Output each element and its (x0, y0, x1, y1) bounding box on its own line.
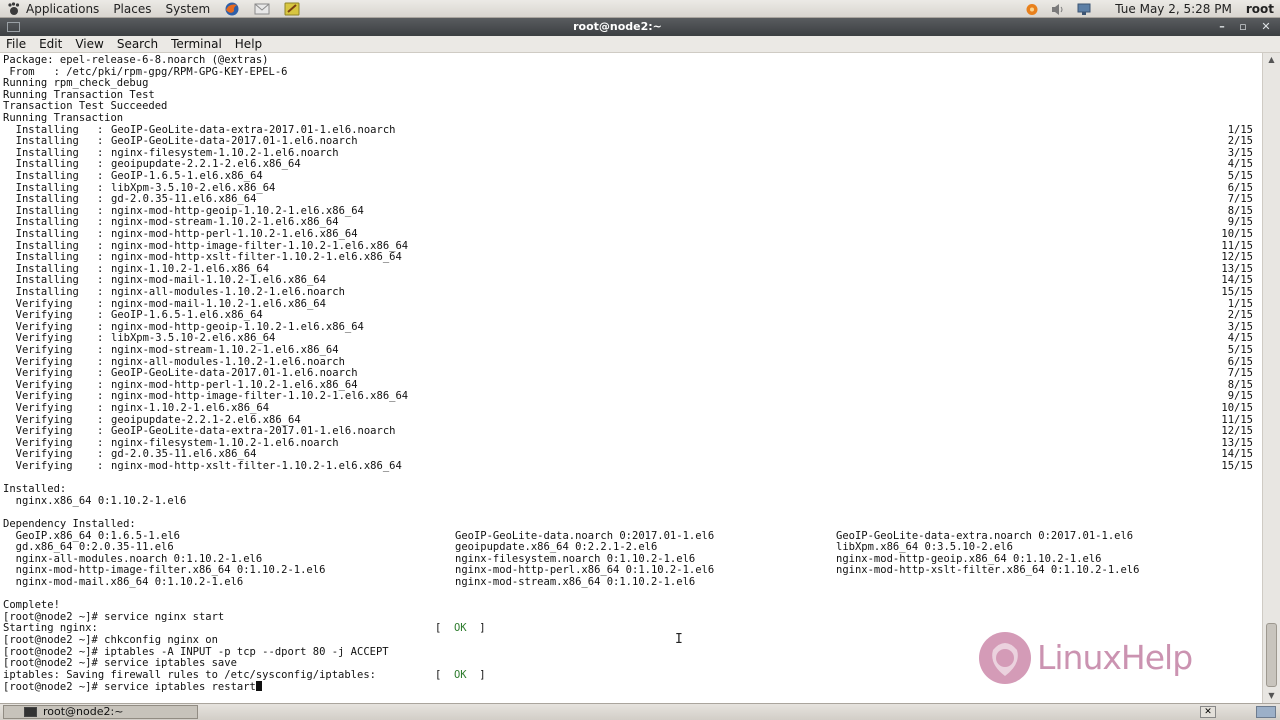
terminal-icon (24, 707, 37, 717)
transaction-package: nginx-all-modules-1.10.2-1.el6.noarch (111, 286, 345, 298)
bottom-taskbar: root@node2:~ ✕ (0, 703, 1280, 720)
gnome-foot-icon (8, 1, 20, 15)
transaction-count: 10/15 (1221, 402, 1253, 414)
ok-text: OK (453, 668, 467, 681)
transaction-action: Installing (3, 170, 79, 182)
transaction-count: 5/15 (1227, 170, 1253, 182)
window-title: root@node2:~ (573, 20, 662, 33)
taskbar-window-button[interactable]: root@node2:~ (3, 705, 198, 719)
top-panel: Applications Places System Tue May 2, 5:… (0, 0, 1280, 18)
transaction-separator: : (97, 170, 104, 182)
transaction-action: Installing (3, 286, 79, 298)
menu-view[interactable]: View (69, 36, 110, 52)
applications-menu-label: Applications (26, 1, 100, 16)
text-cursor-icon: I (675, 632, 683, 647)
transaction-action: Installing (3, 228, 79, 240)
transaction-package: GeoIP-1.6.5-1.el6.x86_64 (111, 170, 263, 182)
menu-search[interactable]: Search (111, 36, 165, 52)
dependency-entry: nginx-mod-http-xslt-filter.x86_64 0:1.10… (836, 564, 1140, 577)
linuxhelp-logo-icon (979, 632, 1031, 684)
update-icon[interactable] (1025, 3, 1039, 16)
dependency-entry: nginx-mod-mail.x86_64 0:1.10.2-1.el6 (3, 576, 244, 588)
transaction-action: Verifying (3, 402, 79, 414)
transaction-package: nginx-mod-http-xslt-filter-1.10.2-1.el6.… (111, 460, 402, 472)
transaction-separator: : (97, 228, 104, 240)
network-icon[interactable] (1077, 3, 1091, 16)
dependency-header: Dependency Installed: (3, 518, 136, 530)
terminal-cursor (255, 681, 262, 692)
places-menu[interactable]: Places (106, 0, 158, 18)
window-titlebar[interactable]: root@node2:~ – ▫ ✕ (0, 18, 1280, 36)
scroll-up-arrow-icon[interactable]: ▲ (1263, 53, 1280, 67)
clock[interactable]: Tue May 2, 5:28 PM (1115, 2, 1232, 16)
session-line: iptables: Saving firewall rules to /etc/… (3, 668, 376, 681)
scrollbar-thumb[interactable] (1266, 623, 1277, 687)
transaction-package: nginx-mod-stream-1.10.2-1.el6.x86_64 (111, 344, 339, 356)
transaction-action: Verifying (3, 344, 79, 356)
applications-menu[interactable]: Applications (0, 0, 106, 18)
scroll-down-arrow-icon[interactable]: ▼ (1263, 689, 1280, 703)
taskbar-window-label: root@node2:~ (43, 705, 124, 718)
system-menu-label: System (165, 1, 211, 16)
minimize-button[interactable]: – (1213, 18, 1231, 36)
transaction-count: 5/15 (1227, 344, 1253, 356)
dependency-entry: nginx-mod-stream.x86_64 0:1.10.2-1.el6 (455, 576, 696, 588)
transaction-package: nginx-mod-http-perl-1.10.2-1.el6.x86_64 (111, 228, 358, 240)
ok-status: [ OK ] (435, 622, 486, 635)
transaction-separator: : (97, 286, 104, 298)
menubar: File Edit View Search Terminal Help (0, 36, 1280, 53)
menu-edit[interactable]: Edit (33, 36, 69, 52)
session-line: [root@node2 ~]# service iptables restart (3, 681, 262, 693)
transaction-count: 10/15 (1221, 228, 1253, 240)
session-line: [root@node2 ~]# chkconfig nginx on (3, 634, 218, 646)
maximize-button[interactable]: ▫ (1234, 18, 1252, 36)
show-desktop-icon[interactable]: ✕ (1200, 706, 1216, 718)
menu-file[interactable]: File (0, 36, 33, 52)
transaction-separator: : (97, 402, 104, 414)
places-menu-label: Places (113, 1, 152, 16)
firefox-icon[interactable] (224, 2, 240, 16)
close-button[interactable]: ✕ (1257, 18, 1275, 36)
installed-package: nginx.x86_64 0:1.10.2-1.el6 (3, 494, 187, 507)
terminal-line: Package: epel-release-6-8.noarch (@extra… (3, 54, 269, 66)
terminal-output[interactable]: Package: epel-release-6-8.noarch (@extra… (0, 53, 1262, 703)
terminal-line: Running Transaction (3, 112, 124, 124)
scrollbar[interactable]: ▲ ▼ (1262, 53, 1280, 703)
transaction-separator: : (97, 460, 104, 472)
transaction-count: 15/15 (1221, 460, 1253, 472)
menu-help[interactable]: Help (229, 36, 269, 52)
watermark-text: LinuxHelp (1037, 638, 1193, 677)
transaction-count: 15/15 (1221, 286, 1253, 298)
volume-icon[interactable] (1051, 3, 1065, 16)
ok-status: [ OK ] (435, 668, 486, 681)
workspace-switcher[interactable] (1256, 706, 1276, 718)
linuxhelp-watermark: LinuxHelp (975, 628, 1235, 688)
mail-icon[interactable] (254, 2, 270, 16)
menu-terminal[interactable]: Terminal (165, 36, 229, 52)
notes-icon[interactable] (284, 2, 300, 16)
ok-text: OK (453, 622, 467, 635)
transaction-action: Verifying (3, 460, 79, 472)
transaction-package: nginx-1.10.2-1.el6.x86_64 (111, 402, 270, 414)
transaction-separator: : (97, 344, 104, 356)
user-menu[interactable]: root (1246, 2, 1274, 16)
system-tray: Tue May 2, 5:28 PM root (1019, 0, 1280, 18)
system-menu[interactable]: System (158, 0, 217, 18)
